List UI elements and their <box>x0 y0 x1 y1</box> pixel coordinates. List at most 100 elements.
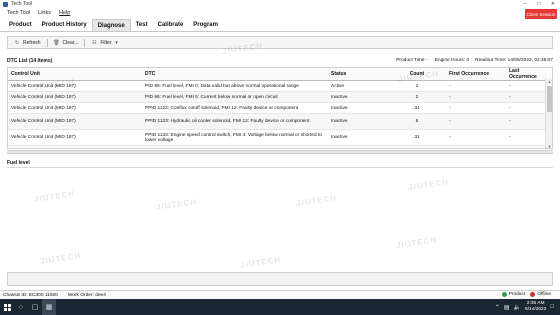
offline-status-icon <box>530 292 536 297</box>
cell-dtc: PPID 1133: Engine speed control switch, … <box>142 129 328 146</box>
menu-item-links[interactable]: Links <box>38 10 51 16</box>
filter-icon: ☷ <box>92 39 97 46</box>
table-row[interactable]: Vehicle Control Unit (MID 187) PPID 1133… <box>8 129 547 146</box>
windows-taskbar: ○ ▢ ▦ ⌃ ▤ 🔈 2:35 AM 6/14/2022 □ <box>0 299 560 315</box>
scroll-down-icon[interactable]: ▼ <box>546 143 552 149</box>
chassis-id: Chassis ID: EC300 11920 <box>3 292 58 298</box>
chevron-up-icon[interactable]: ⌃ <box>495 304 500 311</box>
watermark: JIUTECH <box>155 197 198 212</box>
product-time: Product Time: - <box>396 58 429 63</box>
scrollbar-thumb[interactable] <box>547 86 552 112</box>
product-status: Product <box>501 292 525 297</box>
close-session-button[interactable]: Close Session <box>525 9 557 19</box>
window-title: Tech Tool <box>11 1 33 7</box>
refresh-label: Refresh <box>23 39 41 46</box>
tab-diagnose[interactable]: Diagnose <box>91 19 131 31</box>
taskbar-clock[interactable]: 2:35 AM 6/14/2022 <box>525 301 546 313</box>
volume-icon[interactable]: 🔈 <box>514 304 521 311</box>
tab-test[interactable]: Test <box>131 19 153 31</box>
watermark: JIUTECH <box>239 255 282 270</box>
cell-control-unit: Vehicle Control Unit (MID 187) <box>8 113 142 130</box>
dtc-toolbar: ↻ Refresh 🗑 Clear... ☷ Filter ▾ <box>7 36 553 49</box>
filter-button[interactable]: ☷ Filter ▾ <box>87 38 123 47</box>
search-icon[interactable]: ○ <box>14 299 28 315</box>
toolbar-divider <box>46 38 48 47</box>
tab-product[interactable]: Product <box>4 19 37 31</box>
column-header-last-occurrence[interactable]: Last Occurrence <box>506 68 547 81</box>
dtc-table: Control Unit DTC Status Count First Occu… <box>7 67 553 149</box>
cell-control-unit: Vehicle Control Unit (MID 187) <box>8 102 142 114</box>
cell-first-occurrence: - <box>446 102 506 114</box>
cell-last-occurrence: - <box>506 129 547 146</box>
detail-footer-box <box>7 272 553 286</box>
cell-last-occurrence: - <box>506 113 547 130</box>
work-order: Work Order: dee4 <box>67 292 106 298</box>
maximize-icon[interactable]: □ <box>532 0 546 8</box>
column-header-dtc[interactable]: DTC <box>142 68 328 81</box>
app-icon <box>3 1 8 7</box>
chevron-down-icon: ▾ <box>115 39 118 46</box>
cell-status: Inactive <box>328 102 388 114</box>
column-header-status[interactable]: Status <box>328 68 388 81</box>
cell-status: Inactive <box>328 113 388 130</box>
tab-calibrate[interactable]: Calibrate <box>153 19 189 31</box>
watermark: JIUTECH <box>33 189 76 204</box>
minimize-icon[interactable]: – <box>518 0 532 8</box>
clear-button[interactable]: 🗑 Clear... <box>50 38 83 47</box>
refresh-icon: ↻ <box>14 39 20 46</box>
system-tray: ⌃ ▤ 🔈 2:35 AM 6/14/2022 □ <box>495 299 554 315</box>
cell-count: 2 <box>388 91 446 103</box>
pane-splitter[interactable] <box>7 150 553 154</box>
cell-dtc: PID 96: Fuel level, FMI 5: Current below… <box>142 91 328 103</box>
cell-status: Inactive <box>328 91 388 103</box>
tab-product-history[interactable]: Product History <box>37 19 92 31</box>
table-scrollbar[interactable]: ▲ ▼ <box>545 78 552 149</box>
cell-first-occurrence: - <box>446 113 506 130</box>
title-bar: Tech Tool – □ ✕ <box>0 0 560 8</box>
table-row[interactable]: Vehicle Control Unit (MID 187) PPID 1123… <box>8 113 547 130</box>
column-header-first-occurrence[interactable]: First Occurrence <box>446 68 506 81</box>
cell-count: 1 <box>388 80 446 92</box>
menu-bar: Tech Tool Links Help <box>0 8 560 18</box>
windows-start-icon[interactable] <box>0 299 14 315</box>
detail-divider <box>7 167 553 168</box>
menu-item-help[interactable]: Help <box>59 10 70 16</box>
cell-dtc: PPID 1123: Hydraulic oil cooler solenoid… <box>142 113 328 130</box>
dtc-list-title: DTC List (14 Items) <box>7 57 53 64</box>
clock-date: 6/14/2022 <box>525 307 547 312</box>
close-icon[interactable]: ✕ <box>546 0 560 8</box>
window-controls: – □ ✕ <box>518 0 560 8</box>
cell-control-unit: Vehicle Control Unit (MID 187) <box>8 129 142 146</box>
cell-last-occurrence: - <box>506 102 547 114</box>
cell-last-occurrence: - <box>506 80 547 92</box>
cell-status: Active <box>328 80 388 92</box>
dtc-list-header: DTC List (14 Items) Product Time: - Engi… <box>7 56 553 65</box>
network-icon[interactable]: ▤ <box>504 304 510 311</box>
tech-tool-taskbar-icon[interactable]: ▦ <box>42 299 56 315</box>
cell-first-occurrence: - <box>446 80 506 92</box>
cell-first-occurrence: - <box>446 129 506 146</box>
engine-hours: Engine Hours: 0 <box>434 58 470 63</box>
refresh-button[interactable]: ↻ Refresh <box>10 38 45 47</box>
cell-count: 34 <box>388 102 446 114</box>
detail-title: Fuel level <box>7 160 30 166</box>
table-row[interactable]: Vehicle Control Unit (MID 187) PID 96: F… <box>8 80 547 92</box>
trash-icon: 🗑 <box>53 39 60 46</box>
cell-status: Inactive <box>328 129 388 146</box>
watermark: JIUTECH <box>39 251 82 266</box>
table-row[interactable]: Vehicle Control Unit (MID 187) PID 96: F… <box>8 91 547 103</box>
scroll-up-icon[interactable]: ▲ <box>546 78 552 84</box>
column-header-control-unit[interactable]: Control Unit <box>8 68 142 81</box>
tab-program[interactable]: Program <box>188 19 223 31</box>
product-status-icon <box>501 292 507 297</box>
cell-control-unit: Vehicle Control Unit (MID 187) <box>8 91 142 103</box>
menu-item-tech-tool[interactable]: Tech Tool <box>7 10 30 16</box>
watermark: JIUTECH <box>395 235 438 250</box>
cell-first-occurrence: - <box>446 91 506 103</box>
table-row[interactable]: Vehicle Control Unit (MID 187) PPID 1122… <box>8 102 547 114</box>
task-view-icon[interactable]: ▢ <box>28 299 42 315</box>
readout-meta: Product Time: - Engine Hours: 0 Readout … <box>390 58 553 63</box>
notification-icon[interactable]: □ <box>550 304 554 310</box>
toolbar-divider <box>84 38 86 47</box>
status-bar: Chassis ID: EC300 11920 Work Order: dee4… <box>0 290 560 299</box>
